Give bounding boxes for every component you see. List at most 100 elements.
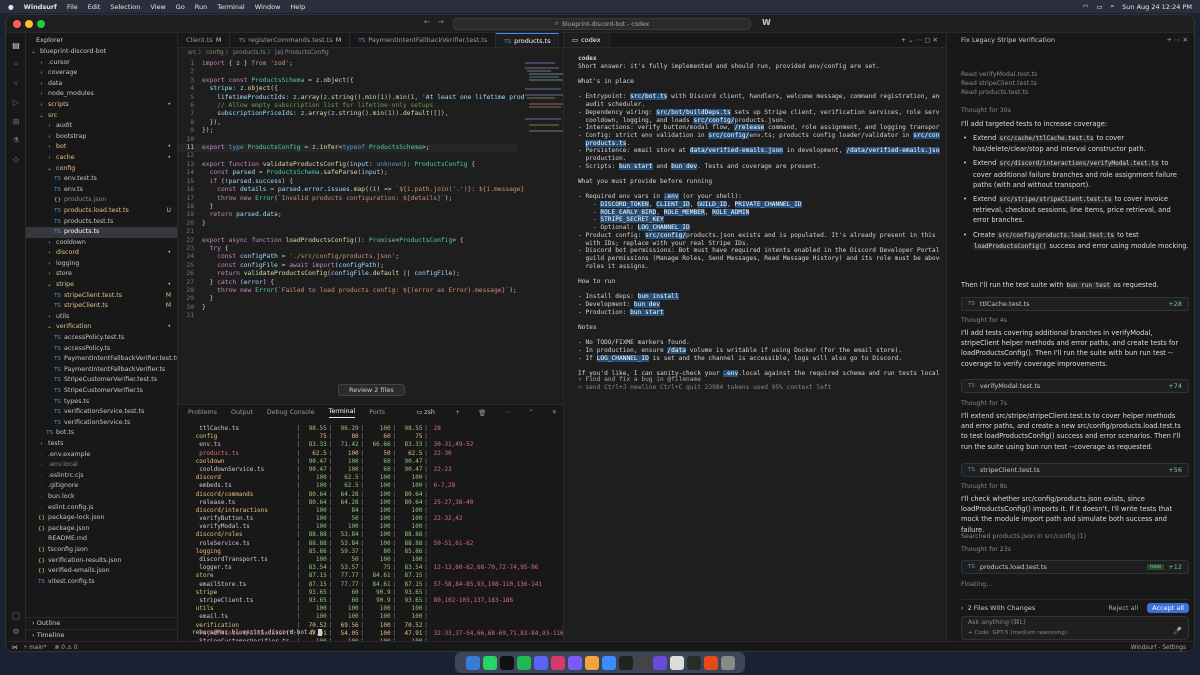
menu-go[interactable]: Go <box>176 3 185 11</box>
tree-folder[interactable]: › logging <box>26 259 177 270</box>
tree-folder[interactable]: › .cursor <box>26 58 177 69</box>
code-line[interactable]: 31 <box>178 312 518 320</box>
music-app-icon[interactable] <box>550 655 565 670</box>
menu-terminal[interactable]: Terminal <box>217 3 244 11</box>
tree-folder[interactable]: › cache • <box>26 153 177 164</box>
code-line[interactable]: 26 return validateProductsConfig(configF… <box>178 270 518 278</box>
tab-register-commands-test[interactable]: TS registerCommands.test.ts M <box>230 33 351 47</box>
tree-file[interactable]: · bun.lock <box>26 492 177 503</box>
extensions-icon[interactable]: ⊞ <box>6 114 26 128</box>
code-line[interactable]: 19 return parsed.data; <box>178 211 518 219</box>
code-line[interactable]: 20} <box>178 220 518 228</box>
tree-folder[interactable]: › scripts • <box>26 100 177 111</box>
tree-folder[interactable]: ⌄ verification • <box>26 322 177 333</box>
tree-file[interactable]: TS StripeCustomerVerifier.test.ts <box>26 375 177 386</box>
tree-folder[interactable]: › discord • <box>26 248 177 259</box>
run-debug-icon[interactable]: ▷ <box>6 95 26 109</box>
reject-all-button[interactable]: Reject all <box>1103 603 1143 613</box>
tree-file[interactable]: · eslint.config.js <box>26 503 177 514</box>
tree-file[interactable]: {} products.json <box>26 195 177 206</box>
maximize-window-button[interactable] <box>37 20 45 28</box>
tree-folder[interactable]: › bootstrap <box>26 132 177 143</box>
settings-gear-icon[interactable]: ⚙ <box>6 624 26 638</box>
tab-output[interactable]: Output <box>231 409 253 416</box>
tree-file[interactable]: TS bot.ts <box>26 428 177 439</box>
review-files-button[interactable]: Review 2 files <box>338 384 405 396</box>
remote-indicator-icon[interactable]: ⋈ <box>12 645 18 651</box>
app-icon[interactable] <box>635 655 650 670</box>
code-line[interactable]: 23 try { <box>178 245 518 253</box>
tree-file[interactable]: · .eslintrc.cjs <box>26 471 177 482</box>
code-line[interactable]: 6 // Allow empty subscription list for l… <box>178 102 518 110</box>
codex-actions-icon[interactable]: + ⌄ ⋯ ▢ ✕ <box>901 33 938 47</box>
code-line[interactable]: 2 <box>178 68 518 76</box>
code-line[interactable]: 1 import { z } from 'zod'; <box>178 60 518 68</box>
code-line[interactable]: 5 lifetimeProductIds: z.array(z.string()… <box>178 94 524 102</box>
close-panel-icon[interactable]: ✕ <box>552 409 557 416</box>
tree-file[interactable]: TS PaymentIntentFallbackVerifier.test.ts <box>26 354 177 365</box>
tree-folder[interactable]: › tests <box>26 439 177 450</box>
windsurf-app-icon[interactable] <box>618 655 633 670</box>
thought-label[interactable]: Thought for 23s <box>961 546 1189 553</box>
account-icon[interactable]: ◯ <box>6 608 26 622</box>
minimize-window-button[interactable] <box>25 20 33 28</box>
finder-icon[interactable] <box>465 655 480 670</box>
battery-icon[interactable]: ▭ <box>1096 3 1102 11</box>
search-icon[interactable]: ⌕ <box>6 57 26 71</box>
plus-icon[interactable]: + <box>968 630 973 636</box>
tree-file[interactable]: TS env.test.ts <box>26 174 177 185</box>
tree-file[interactable]: TS products.test.ts <box>26 217 177 228</box>
tree-file[interactable]: TS verificationService.ts <box>26 418 177 429</box>
coverage-table[interactable]: ttlCache.ts | 98.55 | 96.29 | 100 | 98.55 | 28 con… <box>178 425 563 651</box>
app-icon[interactable] <box>567 655 582 670</box>
code-line[interactable]: 11 export type ProductsConfig = z.infer<t… <box>178 144 518 153</box>
code-line[interactable]: 9}); <box>178 127 518 135</box>
tree-folder[interactable]: › node_modules <box>26 89 177 100</box>
code-line[interactable]: 8 }), <box>178 119 518 127</box>
tree-file[interactable]: TS vitest.config.ts <box>26 577 177 588</box>
code-line[interactable]: 7 subscriptionPriceIds: z.array(z.string… <box>178 110 518 118</box>
datetime[interactable]: Sun Aug 24 12:24 PM <box>1122 3 1192 11</box>
tab-payment-intent-verifier-test[interactable]: TS PaymentIntentFallbackVerifier.test.ts <box>350 33 497 47</box>
menu-edit[interactable]: Edit <box>88 3 101 11</box>
breadcrumb[interactable]: src 〉 config 〉 products.ts 〉 [ø] Product… <box>178 48 563 58</box>
chat-actions-icon[interactable]: + ⋯ ✕ <box>1166 33 1188 48</box>
codex-output[interactable]: codex Short answer: it's fully implemente… <box>578 55 940 378</box>
tab-debug-console[interactable]: Debug Console <box>267 409 315 416</box>
windsurf-logo-icon[interactable]: W <box>762 18 771 27</box>
tree-file[interactable]: TS types.ts <box>26 397 177 408</box>
kill-terminal-icon[interactable]: 🗑 <box>478 409 486 417</box>
chat-input-box[interactable]: Ask anything (⌘L) + Code GPT-5 (medium r… <box>961 616 1189 640</box>
file-change-chip[interactable]: TS ttlCache.test.ts +28 <box>961 297 1189 311</box>
file-change-chip[interactable]: TS verifyModal.test.ts +74 <box>961 379 1189 393</box>
code-line[interactable]: 25 const configFile = await import(confi… <box>178 262 518 270</box>
git-branch-status[interactable]: ⑂ main* <box>24 645 47 651</box>
tree-file[interactable]: TS products.ts <box>26 227 177 238</box>
file-change-chip[interactable]: TS products.load.test.ts new +12 <box>961 560 1189 574</box>
tree-folder[interactable]: › cooldown <box>26 238 177 249</box>
code-line[interactable]: 17 throw new Error(`Invalid products con… <box>178 195 518 203</box>
search-log[interactable]: Searched products.json in src/config (1) <box>961 533 1189 540</box>
menu-help[interactable]: Help <box>290 3 305 11</box>
code-line[interactable]: 27 } catch (error) { <box>178 279 518 287</box>
menu-selection[interactable]: Selection <box>110 3 140 11</box>
tree-folder[interactable]: ⌄ config <box>26 164 177 175</box>
windsurf-settings-status[interactable]: Windsurf - Settings <box>1131 645 1186 651</box>
command-center-search[interactable]: ⌕ blueprint-discord-bot - codex <box>453 18 751 30</box>
outline-section[interactable]: › Outline <box>26 617 177 628</box>
menu-window[interactable]: Window <box>255 3 281 11</box>
tab-ports[interactable]: Ports <box>369 409 385 416</box>
app-icon[interactable] <box>652 655 667 670</box>
code-line[interactable]: 30} <box>178 304 518 312</box>
code-line[interactable]: 12 <box>178 152 518 160</box>
tree-file[interactable]: TS stripeClient.ts M <box>26 301 177 312</box>
explorer-root-folder[interactable]: ⌄ blueprint-discord-bot <box>26 47 177 58</box>
tree-file[interactable]: TS products.load.test.ts U <box>26 206 177 217</box>
code-line[interactable]: 10 <box>178 136 518 144</box>
problems-status[interactable]: ⊗ 0 ⚠ 0 <box>55 645 78 651</box>
minimap[interactable] <box>523 60 563 150</box>
vscode-icon[interactable] <box>601 655 616 670</box>
code-line[interactable]: 21 <box>178 228 518 236</box>
microphone-icon[interactable]: 🎤 <box>1173 627 1182 635</box>
code-line[interactable]: 29 } <box>178 295 518 303</box>
